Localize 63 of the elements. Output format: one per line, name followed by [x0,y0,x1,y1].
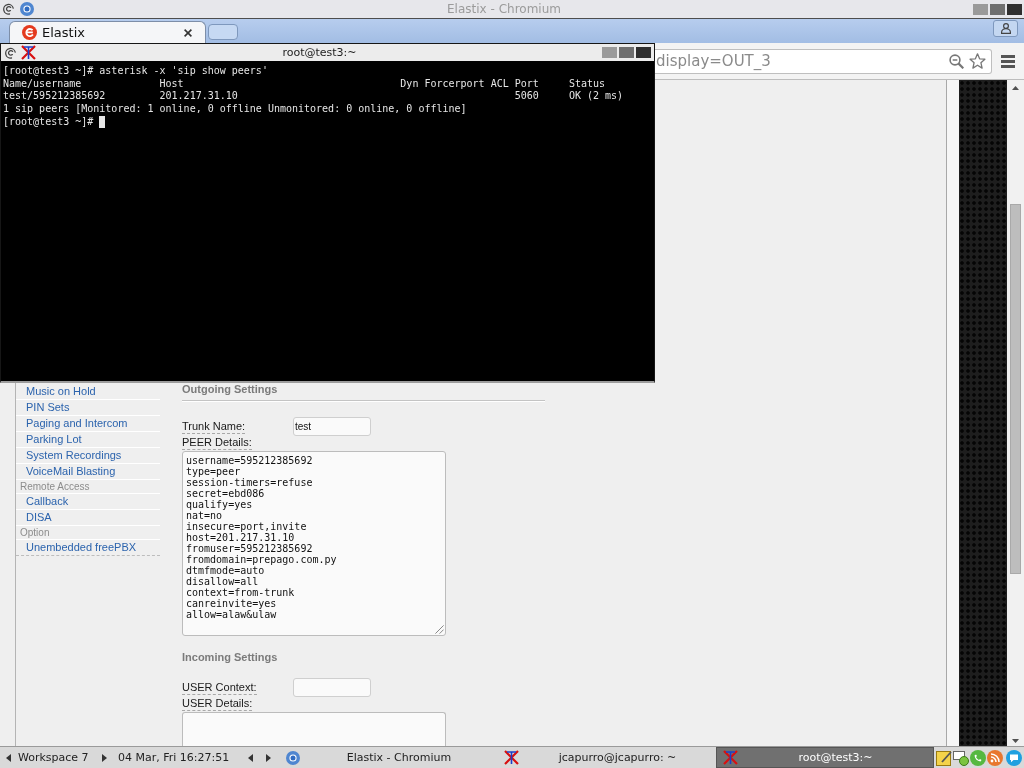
window-control-button[interactable] [1007,3,1022,15]
left-arrow-icon[interactable] [6,753,11,762]
terminal-line: [root@test3 ~]# [3,115,94,129]
left-arrow-icon[interactable] [248,753,253,762]
text-field[interactable] [293,678,371,697]
field-label: USER Context: [182,680,257,695]
cross-icon [21,45,36,60]
sidebar-link[interactable]: Paging and Intercom [26,417,128,430]
taskbar-task[interactable]: root@test3:~ [716,747,934,768]
scroll-down-icon[interactable] [1012,739,1019,743]
section-heading: Outgoing Settings [182,383,278,396]
sidebar-link[interactable]: System Recordings [26,449,122,462]
window-title: Elastix - Chromium [447,2,561,16]
sidebar-section-header: Remote Access [20,480,90,493]
terminal-line: Name/username Host Dyn Forcerport ACL Port Status [3,77,606,91]
sidebar-link[interactable]: DISA [26,511,52,524]
field-label: USER Details: [182,697,253,711]
logo-icon [22,25,37,40]
sidebar-section-header: Option [20,526,50,539]
swirl-icon [4,46,16,59]
textarea-field[interactable]: username=595212385692 type=peer session-timers=refuse secret=ebd086 qualify=yes nat=no insecure=port,invite host=201.217.31.10 fromuser=595212385692 fromdomain=prepago.com.py dtmfmode=auto disallow=all context=from-trunk canreinvite=yes allow=alaw&ulaw [182,451,446,636]
section-heading: Incoming Settings [182,651,278,664]
right-arrow-icon[interactable] [266,753,271,762]
sidebar-link[interactable]: Unembedded freePBX [26,541,137,554]
terminal-line: test/595212385692 201.217.31.10 5060 OK (2 ms) [3,90,624,104]
terminal-line: 1 sip peers [Monitored: 1 online, 0 offline Unmonitored: 0 online, 0 offline] [3,103,467,116]
terminal-line: [root@test3 ~]# asterisk -x 'sip show peers' [3,65,268,78]
field-label: PEER Details: [182,436,252,450]
scrollbar-thumb[interactable] [1010,204,1021,574]
resize-grip-icon [435,625,444,634]
sidebar-link[interactable]: Callback [26,495,69,508]
text-field[interactable]: test [293,417,371,436]
taskbar-task[interactable]: jcapurro@jcapurro: ~ [498,747,716,768]
profile-button[interactable] [993,20,1018,37]
text-cursor-icon [99,116,106,129]
network-icon[interactable] [953,749,969,766]
star-icon[interactable] [969,53,986,69]
chat-icon[interactable] [1006,749,1022,766]
browser-icon [20,2,34,16]
taskbar-task[interactable]: Elastix - Chromium [280,747,498,768]
browser-icon [286,750,300,765]
scroll-up-icon[interactable] [1012,86,1019,90]
swirl-icon [2,3,14,15]
cross-icon [504,750,519,765]
sidebar-link[interactable]: Music on Hold [26,385,96,398]
person-icon [1000,23,1011,34]
workspace-label: Workspace 7 [18,751,89,764]
sidebar-link[interactable]: PIN Sets [26,401,70,414]
textarea-field[interactable] [182,712,446,746]
cross-icon [723,750,738,765]
feed-icon[interactable] [987,749,1003,766]
field-label: Trunk Name: [182,419,246,434]
close-icon[interactable] [184,28,192,37]
clock-text: 04 Mar, Fri 16:27:51 [118,751,230,764]
notepad-icon[interactable] [936,749,952,766]
sidebar-link[interactable]: Parking Lot [26,433,82,446]
magnifier-icon[interactable] [949,53,964,69]
right-arrow-icon[interactable] [102,753,107,762]
menu-icon[interactable] [1001,54,1015,68]
terminal-title: root@test3:~ [282,46,357,59]
sidebar-link[interactable]: VoiceMail Blasting [26,465,116,478]
browser-tab[interactable]: Elastix [9,21,206,43]
address-bar[interactable]: display=OUT_3 [655,48,992,74]
